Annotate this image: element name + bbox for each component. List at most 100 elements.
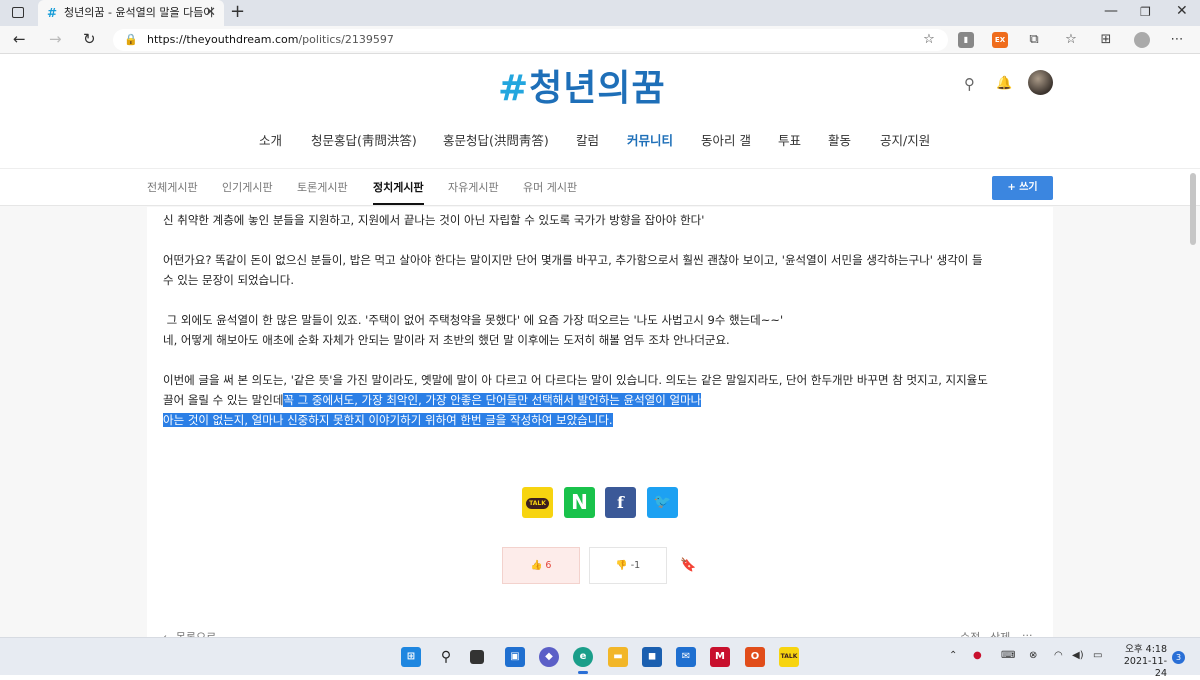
chevron-up-icon[interactable]: ⌃ xyxy=(949,650,957,661)
close-circle-icon[interactable]: ⊗ xyxy=(1029,650,1037,661)
keyboard-icon[interactable]: ⌨ xyxy=(1001,650,1015,661)
url-host: https://theyouthdream.com xyxy=(147,33,299,46)
favorites-icon[interactable]: ☆ xyxy=(1063,32,1079,48)
naver-share-button[interactable]: N xyxy=(564,487,595,518)
favorites-add-icon[interactable]: ☆ xyxy=(921,32,937,48)
back-to-list-link[interactable]: ← 목록으로 xyxy=(163,629,216,637)
site-header: #청년의꿈 ⚲ 🔔 소개 청문홍답(靑問洪答) 홍문청답(洪問靑答) 칼럼 커뮤… xyxy=(0,55,1200,168)
back-icon[interactable]: ← xyxy=(13,30,26,48)
nav-item-community[interactable]: 커뮤니티 xyxy=(627,130,673,149)
search-icon[interactable]: ⚲ xyxy=(964,75,975,93)
search-icon[interactable]: ⚲ xyxy=(436,647,456,667)
tab-popular[interactable]: 인기게시판 xyxy=(222,179,273,195)
widgets-icon[interactable]: ▣ xyxy=(505,647,525,667)
downvote-count: -1 xyxy=(630,560,641,571)
article-text-plain: 끌어 올릴 수 있는 말인데 xyxy=(163,393,284,407)
favicon-icon: # xyxy=(47,6,58,20)
battery-icon[interactable]: ▭ xyxy=(1093,650,1102,661)
nav-item-club[interactable]: 동아리 갤 xyxy=(701,130,751,149)
tab-politics[interactable]: 정치게시판 xyxy=(373,179,424,205)
article-body: 신 취약한 계층에 놓인 분들을 지원하고, 지원에서 끝나는 것이 아닌 자립… xyxy=(163,210,1043,430)
article-text: 끌어 올릴 수 있는 말인데꼭 그 중에서도, 가장 최악인, 가장 안좋은 단… xyxy=(163,390,1043,410)
delete-link[interactable]: 삭제 xyxy=(990,629,1010,637)
start-icon[interactable]: ⊞ xyxy=(401,647,421,667)
tab-free[interactable]: 자유게시판 xyxy=(448,179,499,195)
thumbs-down-icon: 👎 xyxy=(615,560,628,571)
clock-date: 2021-11-24 xyxy=(1123,656,1167,679)
forward-icon[interactable]: → xyxy=(49,30,62,48)
volume-icon[interactable]: ◀) xyxy=(1072,650,1084,661)
store-icon[interactable]: ◼ xyxy=(642,647,662,667)
edge-icon[interactable]: e xyxy=(573,647,593,674)
naver-icon: N xyxy=(571,490,588,514)
site-logo[interactable]: #청년의꿈 xyxy=(498,59,666,111)
tab-all-boards[interactable]: 전체게시판 xyxy=(147,179,198,195)
nav-item-notice[interactable]: 공지/지원 xyxy=(880,130,930,149)
task-view-icon[interactable] xyxy=(470,650,484,664)
thumbs-up-icon: 👍 xyxy=(530,560,543,571)
mail-icon[interactable]: ✉ xyxy=(676,647,696,667)
bookmark-icon[interactable]: 🔖 xyxy=(680,558,696,573)
close-tab-icon[interactable]: ✕ xyxy=(205,0,216,26)
selected-text: 꼭 그 중에서도, 가장 최악인, 가장 안좋은 단어들만 선택해서 발언하는 … xyxy=(283,393,702,407)
selected-text: 아는 것이 없는지, 얼마나 신중하지 못한지 이야기하기 위하여 한번 글을 … xyxy=(163,413,613,427)
article-text: 아는 것이 없는지, 얼마나 신중하지 못한지 이야기하기 위하여 한번 글을 … xyxy=(163,410,1043,430)
refresh-icon[interactable]: ↻ xyxy=(83,30,96,48)
upvote-button[interactable]: 👍 6 xyxy=(502,547,580,584)
minimize-icon[interactable]: — xyxy=(1104,3,1118,19)
new-tab-icon[interactable]: + xyxy=(230,1,245,22)
edit-link[interactable]: 수정 xyxy=(960,629,980,637)
tab-humor[interactable]: 유머 게시판 xyxy=(523,179,577,195)
twitter-icon: 🐦 xyxy=(653,494,672,510)
nav-item-vote[interactable]: 투표 xyxy=(778,130,801,149)
extensions-puzzle-icon[interactable]: ⧉ xyxy=(1026,32,1042,48)
security-tray-icon[interactable]: ● xyxy=(973,650,982,661)
url-path: /politics/2139597 xyxy=(298,33,394,46)
tab-title: 청년의꿈 - 윤석열의 말을 다듬어 xyxy=(64,6,214,19)
notification-badge[interactable]: 3 xyxy=(1172,651,1185,664)
wifi-icon[interactable]: ◠ xyxy=(1054,650,1063,661)
avatar[interactable] xyxy=(1028,70,1053,95)
address-toolbar: ← → ↻ 🔒 https://theyouthdream.com/politi… xyxy=(0,26,1200,54)
facebook-share-button[interactable]: f xyxy=(605,487,636,518)
file-explorer-icon[interactable]: ▬ xyxy=(608,647,628,667)
article-text: 네, 어떻게 해보아도 애초에 순화 자체가 안되는 말이라 저 초반의 했던 … xyxy=(163,333,730,347)
nav-item-activity[interactable]: 활동 xyxy=(828,130,851,149)
twitter-share-button[interactable]: 🐦 xyxy=(647,487,678,518)
page-scrollbar[interactable] xyxy=(1190,173,1196,245)
collections-icon[interactable]: ⊞ xyxy=(1098,32,1114,48)
profile-icon[interactable] xyxy=(1134,32,1150,48)
tab-debate[interactable]: 토론게시판 xyxy=(297,179,348,195)
downvote-button[interactable]: 👎 -1 xyxy=(589,547,667,584)
nav-item-intro[interactable]: 소개 xyxy=(259,130,282,149)
write-button[interactable]: + 쓰기 xyxy=(992,176,1053,200)
mcafee-icon[interactable]: M xyxy=(710,647,730,667)
clock-time: 오후 4:18 xyxy=(1125,644,1167,655)
nav-item-cheongmun[interactable]: 청문홍답(靑問洪答) xyxy=(311,130,417,149)
article-card: 신 취약한 계층에 놓인 분들을 지원하고, 지원에서 끝나는 것이 아닌 자립… xyxy=(147,207,1053,637)
kakaotalk-share-button[interactable]: TALK xyxy=(522,487,553,518)
close-window-icon[interactable]: ✕ xyxy=(1176,3,1188,19)
nav-item-hongmun[interactable]: 홍문청답(洪問靑答) xyxy=(443,130,549,149)
extension-icon[interactable]: ▮ xyxy=(958,32,974,48)
article-text: 수 있는 문장이 되었습니다. xyxy=(163,273,295,287)
extension-ex-icon[interactable]: EX xyxy=(992,32,1008,48)
url-bar[interactable]: 🔒 https://theyouthdream.com/politics/213… xyxy=(113,29,948,51)
upvote-count: 6 xyxy=(545,560,552,571)
lock-icon: 🔒 xyxy=(124,33,138,46)
browser-tab[interactable]: # 청년의꿈 - 윤석열의 말을 다듬어 ✕ xyxy=(38,0,224,26)
more-options-icon[interactable]: ··· xyxy=(1022,629,1033,637)
facebook-icon: f xyxy=(617,493,624,512)
web-page: #청년의꿈 ⚲ 🔔 소개 청문홍답(靑問洪答) 홍문청답(洪問靑答) 칼럼 커뮤… xyxy=(0,55,1200,637)
office-icon[interactable]: O xyxy=(745,647,765,667)
more-menu-icon[interactable]: ⋯ xyxy=(1169,32,1185,48)
bell-icon[interactable]: 🔔 xyxy=(996,76,1012,91)
kakaotalk-icon[interactable]: TALK xyxy=(779,647,799,667)
nav-item-column[interactable]: 칼럼 xyxy=(576,130,599,149)
chat-icon[interactable]: ◆ xyxy=(539,647,559,667)
article-text: 어떤가요? 똑같이 돈이 없으신 분들이, 밥은 먹고 살아야 한다는 말이지만… xyxy=(163,253,983,267)
taskbar: ⊞ ⚲ ▣ ◆ e ▬ ◼ ✉ M O TALK ⌃ ● ⌨ ⊗ ◠ ◀) ▭ … xyxy=(0,637,1200,679)
window-menu-icon[interactable] xyxy=(12,7,24,18)
kakaotalk-icon: TALK xyxy=(526,498,549,509)
maximize-icon[interactable]: ❐ xyxy=(1140,5,1151,19)
